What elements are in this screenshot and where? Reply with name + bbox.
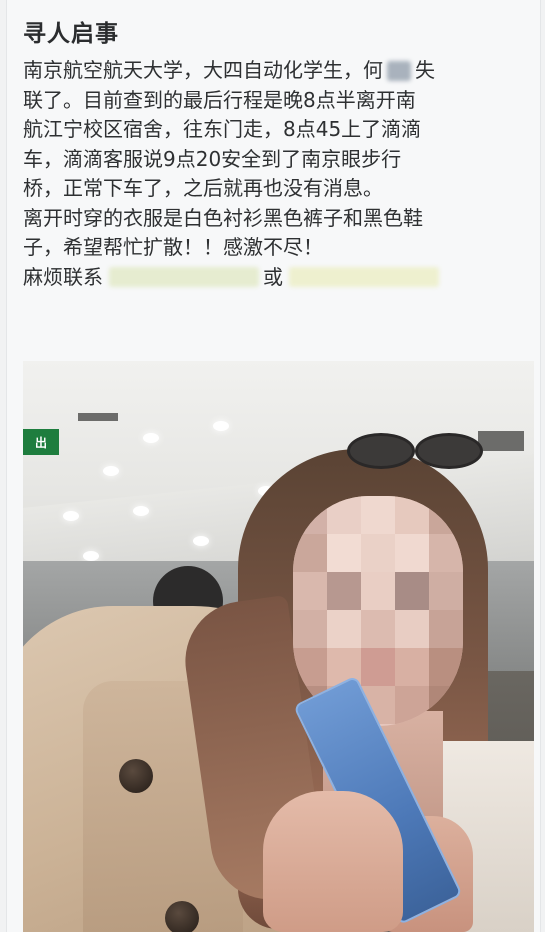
face-pixel: [429, 496, 463, 534]
hand: [263, 791, 403, 932]
body-text-segment: 南京航空航天大学，大四自动化学生，何: [23, 58, 383, 82]
face-pixel: [429, 610, 463, 648]
face-pixel: [395, 686, 429, 724]
body-text-segment: 或: [263, 264, 283, 289]
face-pixel: [293, 610, 327, 648]
face-pixel: [327, 534, 361, 572]
body-line: 航江宁校区宿舍，往东门走，8点45上了滴滴: [23, 117, 422, 141]
contact-line: 麻烦联系 或: [23, 263, 528, 293]
ceiling-light: [63, 511, 79, 521]
post-body: 南京航空航天大学，大四自动化学生，何 失 联了。目前查到的最后行程是晚8点半离开…: [23, 56, 528, 292]
face-pixel: [361, 572, 395, 610]
face-pixel: [361, 610, 395, 648]
ceiling-vent: [78, 413, 118, 421]
pixelated-face: [293, 496, 463, 726]
body-line: 桥，正常下车了，之后就再也没有消息。: [23, 176, 383, 200]
ceiling-light: [193, 536, 209, 546]
sunglasses-lens: [347, 433, 415, 469]
face-pixel: [327, 572, 361, 610]
coat-button: [119, 759, 153, 793]
ceiling-light: [213, 421, 229, 431]
face-pixel: [429, 572, 463, 610]
coat-button: [165, 901, 199, 932]
face-pixel: [293, 572, 327, 610]
body-line: 车，滴滴客服说9点20安全到了南京眼步行: [23, 146, 402, 171]
ceiling-light: [103, 466, 119, 476]
face-pixel: [395, 534, 429, 572]
face-pixel: [293, 534, 327, 572]
face-pixel: [361, 534, 395, 572]
body-line: 南京航空航天大学，大四自动化学生，何 失: [23, 56, 528, 86]
ceiling-light: [133, 506, 149, 516]
screenshot-frame: 寻人启事 南京航空航天大学，大四自动化学生，何 失 联了。目前查到的最后行程是晚…: [0, 0, 545, 932]
missing-person-photo: 出: [23, 361, 534, 932]
body-line: 离开时穿的衣服是白色衬衫黑色裤子和黑色鞋: [23, 205, 423, 230]
face-pixel: [361, 648, 395, 686]
face-pixel: [395, 648, 429, 686]
face-pixel: [327, 496, 361, 534]
sunglasses-lens: [415, 433, 483, 469]
ceiling-light: [83, 551, 99, 561]
post-card: 寻人启事 南京航空航天大学，大四自动化学生，何 失 联了。目前查到的最后行程是晚…: [6, 0, 541, 932]
body-text-segment: 失: [415, 58, 435, 82]
body-line: 联了。目前查到的最后行程是晚8点半离开南: [23, 87, 416, 112]
body-line: 子，希望帮忙扩散！！感激不尽！: [23, 235, 323, 259]
redacted-name: [387, 60, 411, 81]
face-pixel: [429, 648, 463, 686]
sunglasses: [329, 433, 489, 469]
face-pixel: [395, 572, 429, 610]
face-pixel: [327, 610, 361, 648]
face-pixel: [395, 496, 429, 534]
face-pixel: [293, 496, 327, 534]
post-title: 寻人启事: [23, 21, 119, 47]
face-pixel: [429, 534, 463, 572]
redacted-phone-2: [289, 267, 439, 288]
ceiling-light: [143, 433, 159, 443]
exit-sign-text: 出: [34, 435, 47, 450]
face-pixel: [293, 648, 327, 686]
body-text-segment: 麻烦联系: [23, 264, 103, 289]
redacted-phone-1: [109, 267, 259, 288]
exit-sign: 出: [23, 429, 59, 455]
face-pixel: [395, 610, 429, 648]
face-pixel: [429, 686, 463, 724]
face-pixel: [361, 496, 395, 534]
